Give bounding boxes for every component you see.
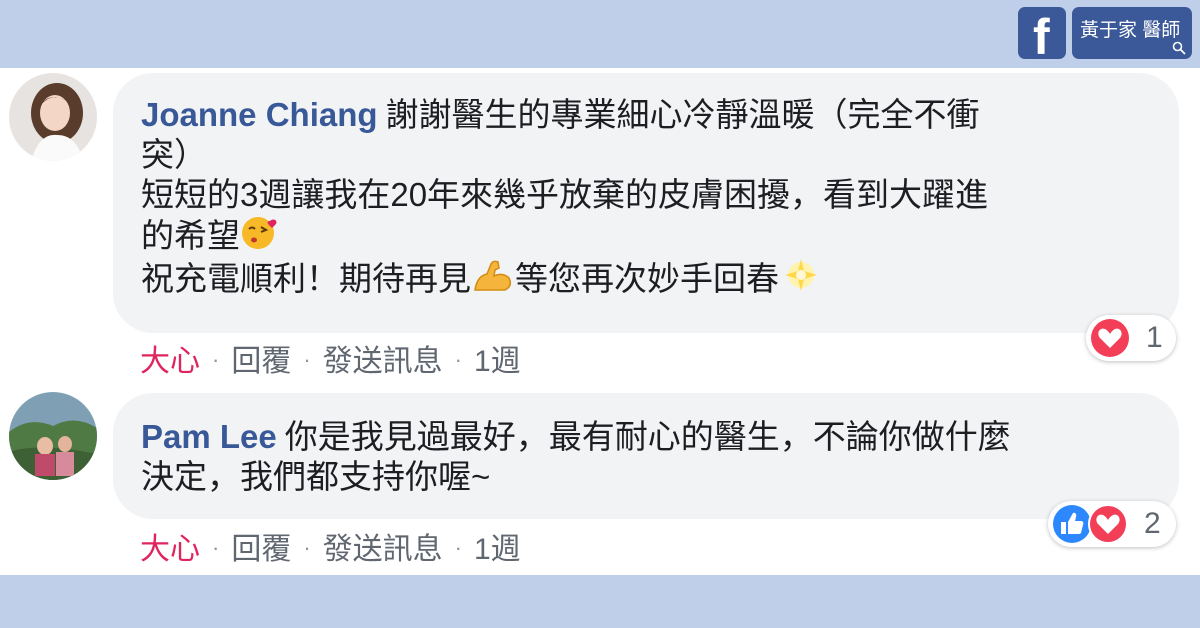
love-reaction-link[interactable]: 大心 — [140, 533, 200, 566]
bottom-banner — [0, 575, 1200, 628]
send-message-link[interactable]: 發送訊息 — [323, 533, 443, 566]
comment-line: 的希望 — [141, 217, 240, 254]
comment-author[interactable]: Pam Lee — [141, 418, 277, 455]
page-name: 黃于家 醫師 — [1080, 20, 1181, 41]
heart-icon — [1088, 504, 1128, 544]
comment-bubble: Pam Lee 你是我見過最好，最有耐心的醫生，不論你做什麼 決定，我們都支持你喔… — [113, 393, 1179, 519]
page-name-badge: 黃于家 醫師 — [1072, 7, 1192, 59]
comment-line: 突） — [141, 136, 207, 173]
reaction-summary[interactable]: 2 — [1048, 501, 1176, 547]
reply-link[interactable]: 回覆 — [231, 345, 291, 378]
heart-icon — [1091, 319, 1129, 357]
comment-line: 謝謝醫生的專業細心冷靜溫暖（完全不衝 — [385, 96, 980, 133]
reaction-count: 2 — [1144, 507, 1161, 540]
comment-author[interactable]: Joanne Chiang — [141, 96, 378, 133]
flexed-biceps-emoji-icon — [474, 260, 512, 291]
like-icon — [1053, 505, 1091, 543]
reaction-count: 1 — [1146, 321, 1163, 354]
search-icon — [1172, 41, 1186, 55]
reaction-summary[interactable]: 1 — [1086, 315, 1176, 361]
comment-actions: 大心 · 回覆 · 發送訊息 · 1週 — [140, 533, 521, 566]
comment-timestamp[interactable]: 1週 — [474, 533, 521, 566]
kiss-emoji-icon — [242, 217, 277, 249]
reply-link[interactable]: 回覆 — [231, 533, 291, 566]
avatar[interactable] — [9, 392, 97, 480]
comment-bubble: Joanne Chiang 謝謝醫生的專業細心冷靜溫暖（完全不衝 突） 短短的3週… — [113, 73, 1179, 333]
comment-actions: 大心 · 回覆 · 發送訊息 · 1週 — [140, 345, 521, 378]
comment-line: 你是我見過最好，最有耐心的醫生，不論你做什麼 — [284, 418, 1011, 455]
facebook-logo-icon: f — [1018, 7, 1066, 59]
love-reaction-link[interactable]: 大心 — [140, 345, 200, 378]
comment-line: 祝充電順利！期待再見 — [141, 260, 471, 297]
comment-line: 等您再次妙手回春 — [515, 260, 779, 297]
comment-timestamp[interactable]: 1週 — [474, 345, 521, 378]
sparkle-star-emoji-icon — [785, 259, 817, 291]
avatar[interactable] — [9, 73, 97, 161]
comment-line: 決定，我們都支持你喔~ — [141, 458, 491, 495]
comment-line: 短短的3週讓我在20年來幾乎放棄的皮膚困擾，看到大躍進 — [141, 176, 989, 213]
send-message-link[interactable]: 發送訊息 — [323, 345, 443, 378]
